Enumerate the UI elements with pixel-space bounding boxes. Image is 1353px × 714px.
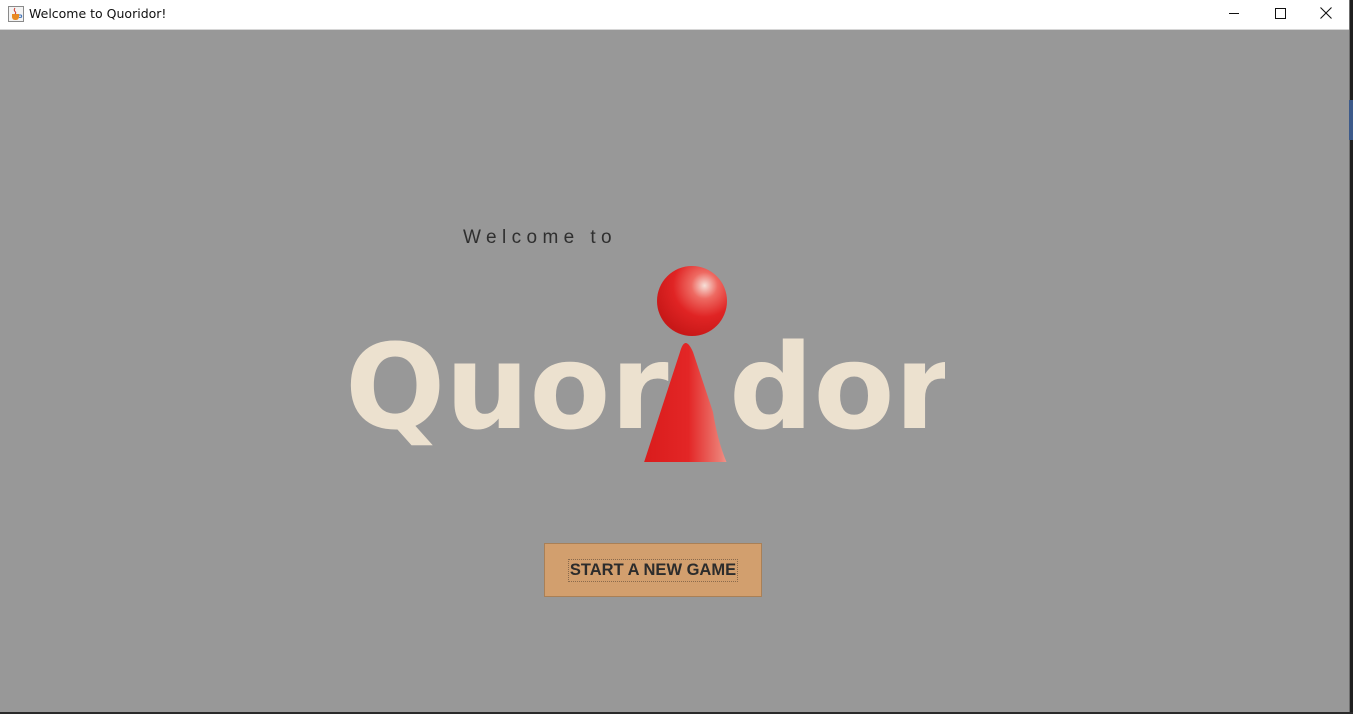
close-button[interactable]: [1303, 0, 1349, 29]
welcome-screen: Welcome to Quor dor START A NEW GAME: [0, 30, 1349, 712]
maximize-icon: [1274, 6, 1286, 24]
welcome-text: Welcome to: [463, 227, 617, 248]
window-title: Welcome to Quoridor!: [29, 6, 167, 21]
app-window: Welcome to Quoridor! Welcome to Quor dor…: [0, 0, 1350, 712]
quoridor-logo: Quor dor: [345, 262, 953, 487]
maximize-button[interactable]: [1257, 0, 1303, 29]
start-new-game-label: START A NEW GAME: [567, 558, 739, 582]
minimize-button[interactable]: [1211, 0, 1257, 29]
logo-text-right: dor: [729, 318, 945, 456]
title-bar[interactable]: Welcome to Quoridor!: [0, 0, 1349, 30]
background-window-edge: [1349, 100, 1353, 140]
close-icon: [1320, 6, 1332, 24]
java-cup-icon: [8, 6, 24, 22]
logo-text-left: Quor: [345, 318, 669, 456]
minimize-icon: [1228, 6, 1240, 24]
start-new-game-button[interactable]: START A NEW GAME: [544, 543, 762, 597]
